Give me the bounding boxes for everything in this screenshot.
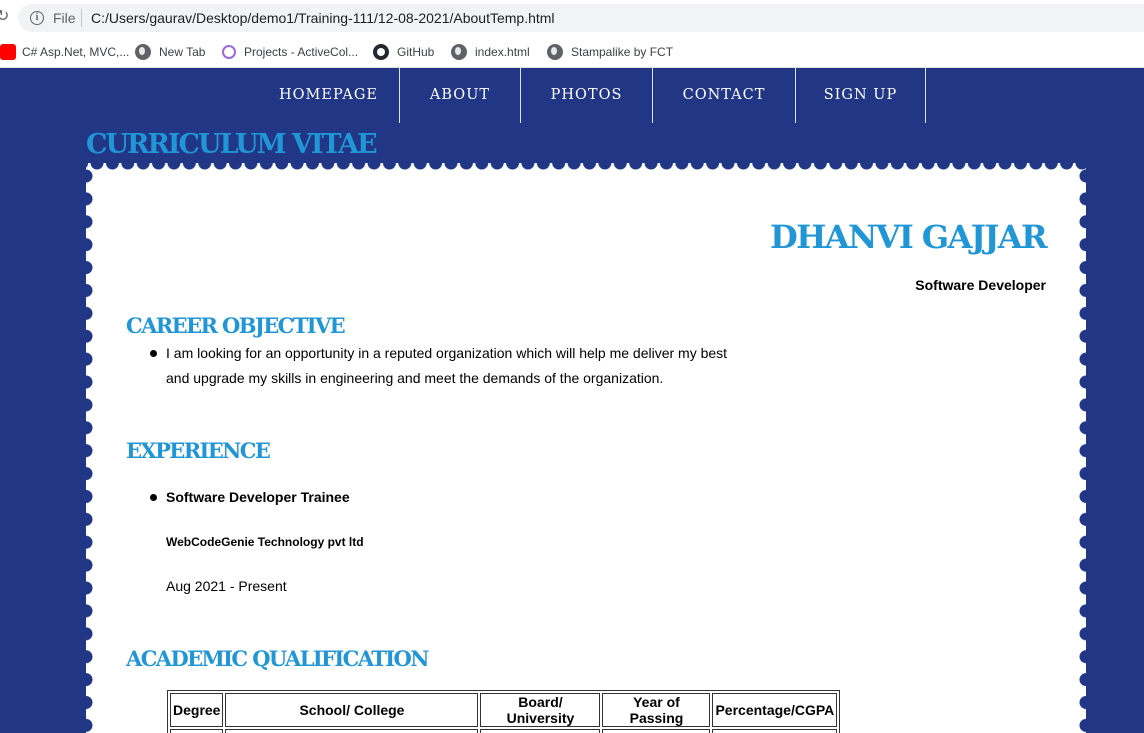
- site-nav: HOMEPAGE ABOUT PHOTOS CONTACT SIGN UP: [0, 68, 1144, 124]
- person-role: Software Developer: [915, 277, 1046, 293]
- bookmarks-bar: C# Asp.Net, MVC,... New Tab Projects - A…: [0, 36, 1144, 68]
- projects-icon: [222, 45, 236, 59]
- nav-about[interactable]: ABOUT: [399, 68, 521, 123]
- experience-heading: EXPERIENCE: [126, 438, 271, 463]
- bookmark-index[interactable]: index.html: [451, 42, 530, 62]
- bookmark-github[interactable]: GitHub: [373, 42, 434, 62]
- globe-icon: [135, 44, 151, 60]
- academic-qualification-heading: ACADEMIC QUALIFICATION: [126, 646, 429, 671]
- nav-homepage[interactable]: HOMEPAGE: [258, 68, 399, 123]
- bookmark-stampalike[interactable]: Stampalike by FCT: [547, 42, 673, 62]
- cv-paper-body: DHANVI GAJJAR Software Developer CAREER …: [86, 163, 1086, 733]
- job-title: Software Developer Trainee: [166, 489, 350, 505]
- bookmark-csharp[interactable]: C# Asp.Net, MVC,...: [0, 42, 130, 62]
- omnibox-divider: [81, 9, 82, 27]
- job-dates: Aug 2021 - Present: [166, 578, 287, 594]
- bullet: [150, 350, 157, 357]
- table-row: [170, 729, 838, 733]
- globe-icon: [547, 44, 563, 60]
- table-header-row: Degree School/ College Board/ University…: [170, 693, 838, 727]
- bookmark-label: index.html: [475, 45, 530, 59]
- column-header-degree: Degree: [170, 693, 224, 727]
- column-header-board: Board/ University: [480, 693, 601, 727]
- info-icon[interactable]: i: [30, 11, 44, 25]
- nav-contact[interactable]: CONTACT: [653, 68, 796, 123]
- column-header-school: School/ College: [225, 693, 479, 727]
- url-scheme-label: File: [53, 10, 76, 26]
- table-cell: [170, 729, 224, 733]
- page-title: CURRICULUM VITAE: [86, 129, 378, 160]
- nav-photos[interactable]: PHOTOS: [521, 68, 653, 123]
- bookmark-label: Projects - ActiveCol...: [244, 45, 359, 59]
- reload-icon[interactable]: ↻: [0, 6, 10, 26]
- column-header-percentage: Percentage/CGPA: [712, 693, 838, 727]
- omnibox[interactable]: i File C:/Users/gaurav/Desktop/demo1/Tra…: [18, 4, 1144, 32]
- browser-address-bar: ↻ i File C:/Users/gaurav/Desktop/demo1/T…: [0, 0, 1144, 36]
- company-name: WebCodeGenie Technology pvt ltd: [166, 535, 364, 549]
- bullet: [150, 494, 157, 501]
- table-cell: [602, 729, 711, 733]
- career-objective-heading: CAREER OBJECTIVE: [126, 313, 346, 338]
- nav-sign-up[interactable]: SIGN UP: [796, 68, 926, 123]
- bookmark-label: C# Asp.Net, MVC,...: [22, 45, 130, 59]
- academic-table: Degree School/ College Board/ University…: [167, 690, 841, 733]
- bookmark-label: New Tab: [159, 45, 206, 59]
- globe-icon: [451, 44, 467, 60]
- career-objective-text: I am looking for an opportunity in a rep…: [166, 345, 728, 386]
- table-cell: [712, 729, 838, 733]
- person-name: DHANVI GAJJAR: [769, 218, 1048, 256]
- url-text[interactable]: C:/Users/gaurav/Desktop/demo1/Training-1…: [91, 10, 555, 26]
- bookmark-projects[interactable]: Projects - ActiveCol...: [222, 42, 358, 62]
- column-header-year: Year of Passing: [602, 693, 711, 727]
- bookmark-label: GitHub: [397, 45, 435, 59]
- bookmark-label: Stampalike by FCT: [571, 45, 674, 59]
- table-cell: [480, 729, 601, 733]
- github-icon: [373, 44, 389, 60]
- youtube-icon: [0, 44, 16, 60]
- table-cell: [225, 729, 479, 733]
- bookmark-new-tab[interactable]: New Tab: [135, 42, 205, 62]
- cv-paper: DHANVI GAJJAR Software Developer CAREER …: [79, 156, 1093, 733]
